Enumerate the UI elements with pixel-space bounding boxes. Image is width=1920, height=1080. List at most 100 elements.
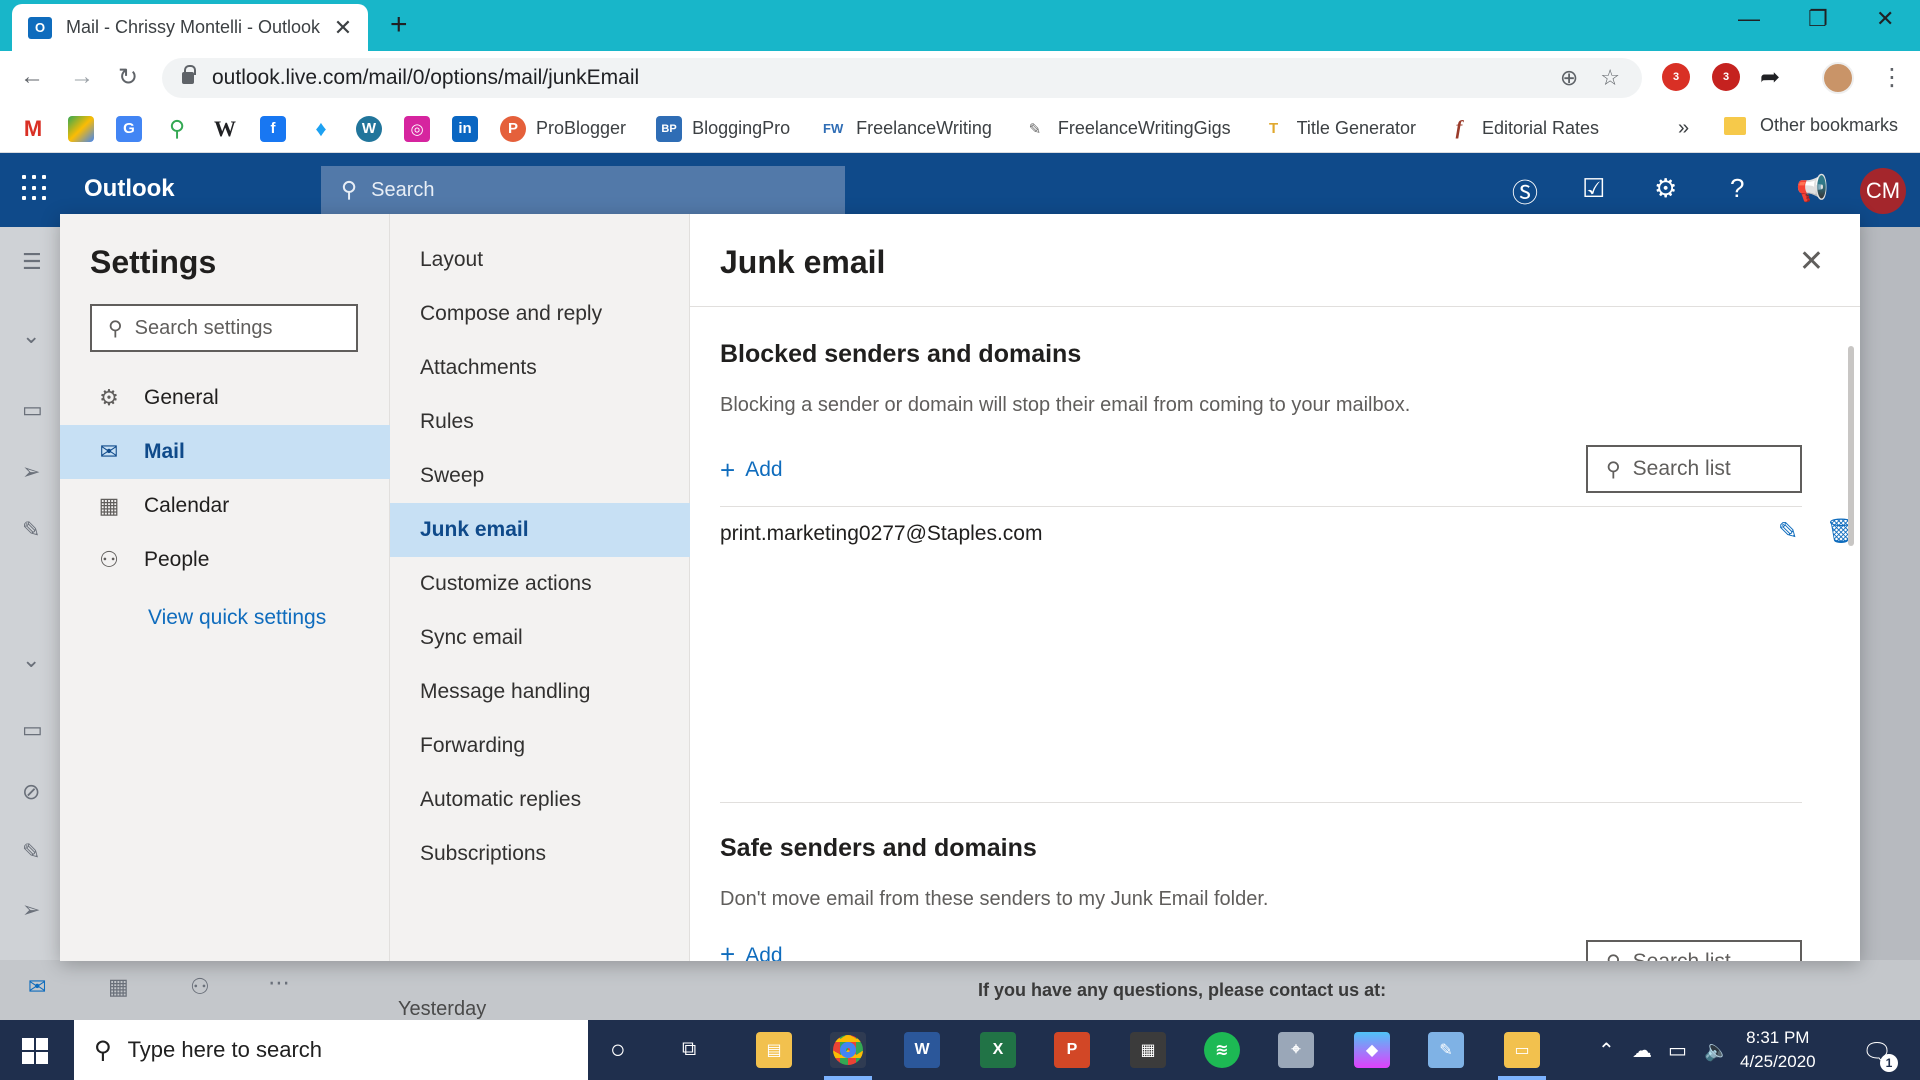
taskbar-clock[interactable]: 8:31 PM 4/25/2020 [1740,1026,1816,1074]
windows-start-icon[interactable] [22,1038,48,1064]
maps-icon[interactable]: ⌖ [1278,1032,1314,1068]
new-tab-icon[interactable]: + [390,10,408,40]
tab-close-icon[interactable]: ✕ [332,15,354,41]
bookmark-freelancewriting[interactable]: FW FreelanceWriting [820,116,992,142]
volume-icon[interactable]: 🔈 [1704,1038,1729,1063]
bookmarks-bar: M G ⚲ W f ♦ W ◎ in P ProBlogger BP Blogg… [0,105,1920,153]
dimmed-left-rail: ☰ ⌄ ▭ ➢ ✎ ⌄ ▭ ⊘ ✎ ➢ [0,227,60,1020]
instagram-icon[interactable]: ◎ [404,115,430,142]
option-automatic-replies[interactable]: Automatic replies [390,773,690,827]
bookmarks-overflow-icon[interactable]: » [1678,117,1689,140]
people-icon: ⚇ [99,547,119,572]
google-maps-icon[interactable]: ⚲ [164,116,190,142]
bookmark-editorial-rates[interactable]: f Editorial Rates [1446,116,1599,142]
option-junk-email[interactable]: Junk email [390,503,690,557]
share-arrow-icon[interactable]: ➦ [1760,63,1780,92]
paint3d-icon[interactable]: ◆ [1354,1032,1390,1068]
search-icon: ⚲ [94,1036,112,1064]
reload-icon[interactable]: ↻ [118,63,138,92]
adblock-extension-icon[interactable]: 3 [1712,63,1740,91]
chevron-up-icon[interactable]: ⌃ [1598,1038,1615,1063]
task-view-icon[interactable]: ⧉ [682,1038,696,1061]
gmail-icon[interactable]: M [20,116,46,142]
category-mail[interactable]: ✉ Mail [60,425,390,479]
browser-tab[interactable]: O Mail - Chrissy Montelli - Outlook ✕ [12,4,368,51]
option-sweep[interactable]: Sweep [390,449,690,503]
folder-icon[interactable]: ▭ [1504,1032,1540,1068]
twitter-icon[interactable]: ♦ [308,116,334,142]
install-app-icon[interactable]: ⊕ [1560,65,1578,91]
my-day-icon[interactable]: ☑ [1582,173,1605,204]
option-subscriptions[interactable]: Subscriptions [390,827,690,881]
option-rules[interactable]: Rules [390,395,690,449]
app-launcher-icon[interactable] [22,175,48,201]
active-app-indicator [1498,1076,1546,1080]
category-calendar[interactable]: ▦ Calendar [60,479,390,533]
cortana-icon[interactable]: ○ [610,1034,626,1065]
option-message-handling[interactable]: Message handling [390,665,690,719]
scrollbar[interactable] [1848,346,1854,546]
account-avatar[interactable]: CM [1860,168,1906,214]
feedback-megaphone-icon[interactable]: 📢 [1796,173,1828,204]
settings-gear-icon[interactable]: ⚙ [1654,173,1677,204]
extension-icon[interactable]: 3 [1662,63,1690,91]
chrome-icon[interactable] [830,1032,866,1068]
spotify-icon[interactable]: ≋ [1204,1032,1240,1068]
paint-icon[interactable]: ✎ [1428,1032,1464,1068]
option-compose-and-reply[interactable]: Compose and reply [390,287,690,341]
onedrive-cloud-icon[interactable]: ☁ [1632,1038,1652,1063]
bookmark-title-generator[interactable]: T Title Generator [1261,116,1416,142]
option-sync-email[interactable]: Sync email [390,611,690,665]
wikipedia-icon[interactable]: W [212,116,238,142]
linkedin-icon[interactable]: in [452,115,478,142]
back-icon[interactable]: ← [20,63,44,91]
category-people[interactable]: ⚇ People [60,533,390,587]
option-attachments[interactable]: Attachments [390,341,690,395]
pencil-icon: ✎ [22,517,41,542]
pane-title: Junk email [720,244,886,280]
message-preview-text: If you have any questions, please contac… [978,980,1387,1000]
option-forwarding[interactable]: Forwarding [390,719,690,773]
taskbar-search-input[interactable]: ⚲ Type here to search [74,1020,588,1080]
google-translate-icon[interactable]: G [116,115,142,142]
excel-icon[interactable]: X [980,1032,1016,1068]
chrome-menu-icon[interactable]: ⋮ [1880,63,1904,92]
battery-icon[interactable]: ▭ [1668,1038,1687,1063]
url-text[interactable]: outlook.live.com/mail/0/options/mail/jun… [212,66,1560,90]
search-settings-input[interactable]: ⚲ Search settings [90,304,358,352]
bookmark-freelancewritinggigs[interactable]: ✎ FreelanceWritingGigs [1022,116,1231,142]
minimize-icon[interactable]: — [1738,6,1760,32]
option-customize-actions[interactable]: Customize actions [390,557,690,611]
help-icon[interactable]: ? [1730,173,1744,204]
restore-icon[interactable]: ❐ [1808,6,1828,32]
edit-pencil-icon[interactable]: ✎ [1778,517,1798,546]
blocked-search-list-input[interactable]: ⚲ Search list [1586,445,1802,493]
outlook-brand[interactable]: Outlook [84,175,175,203]
bookmark-bloggingpro[interactable]: BP BloggingPro [656,115,790,142]
facebook-icon[interactable]: f [260,115,286,142]
forward-icon[interactable]: → [70,63,94,91]
view-quick-settings-link[interactable]: View quick settings [148,606,326,630]
other-bookmarks[interactable]: Other bookmarks [1724,115,1898,136]
category-general[interactable]: ⚙ General [60,371,390,425]
bookmark-star-icon[interactable]: ☆ [1600,65,1620,91]
google-drive-icon[interactable] [68,115,94,142]
word-icon[interactable]: W [904,1032,940,1068]
bookmark-problogger[interactable]: P ProBlogger [500,115,626,142]
calculator-icon[interactable]: ▦ [1130,1032,1166,1068]
option-layout[interactable]: Layout [390,233,690,287]
close-icon[interactable]: ✕ [1799,244,1824,279]
outlook-search-input[interactable]: ⚲ Search [321,166,845,214]
file-explorer-icon[interactable]: ▤ [756,1032,792,1068]
add-blocked-sender-button[interactable]: + Add [720,457,783,483]
safe-senders-description: Don't move email from these senders to m… [720,888,1269,910]
add-safe-sender-button[interactable]: + Add [720,944,783,961]
safe-senders-heading: Safe senders and domains [720,834,1037,862]
profile-avatar[interactable] [1822,62,1854,94]
window-close-icon[interactable]: ✕ [1876,6,1894,32]
powerpoint-icon[interactable]: P [1054,1032,1090,1068]
wordpress-icon[interactable]: W [356,115,382,142]
skype-icon[interactable]: Ⓢ [1512,173,1538,210]
address-bar[interactable]: outlook.live.com/mail/0/options/mail/jun… [162,58,1642,98]
safe-search-list-input[interactable]: ⚲ Search list [1586,940,1802,961]
